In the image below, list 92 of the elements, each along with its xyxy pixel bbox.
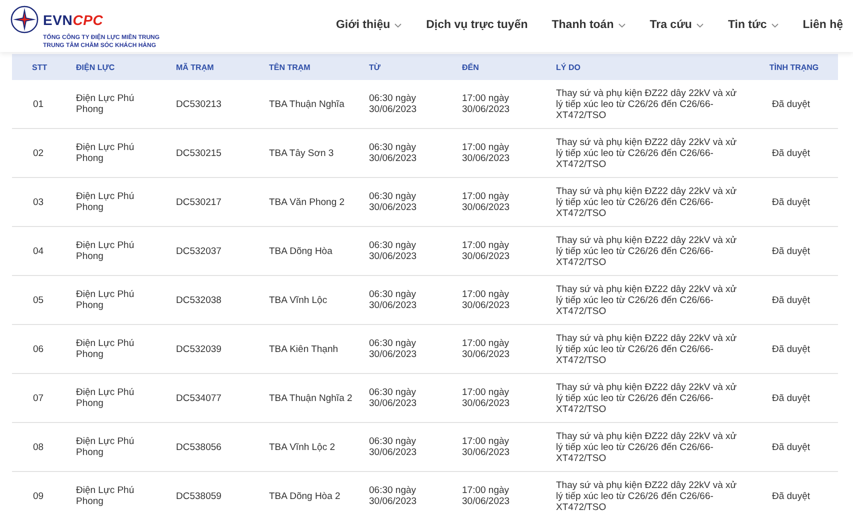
status-cell-text: Đã duyệt bbox=[770, 490, 812, 502]
start-time-cell-text: 06:30 ngày 30/06/2023 bbox=[369, 289, 418, 311]
nav-item[interactable]: Tin tức bbox=[716, 19, 791, 31]
status-cell-text: Đã duyệt bbox=[770, 98, 812, 110]
reason-cell-text: Thay sứ và phụ kiện ĐZ22 dây 22kV và xử lý tiếp xúc leo từ C26/26 đến C26/66-XT472/TSO bbox=[556, 234, 738, 268]
power-company-cell-text: Điện Lực Phú Phong bbox=[76, 387, 136, 409]
station-name-cell-text: TBA Vĩnh Lộc 2 bbox=[269, 442, 336, 452]
status-cell-text: Đã duyệt bbox=[770, 148, 812, 158]
row-number-cell-text: 03 bbox=[32, 196, 45, 208]
end-time-cell-text: 17:00 ngày 30/06/2023 bbox=[462, 436, 511, 458]
row-number-cell-text: 05 bbox=[32, 294, 45, 306]
row-number-cell-text: 02 bbox=[32, 148, 45, 158]
station-name-cell-text: TBA Dõng Hòa 2 bbox=[269, 490, 342, 502]
reason-cell-text: Thay sứ và phụ kiện ĐZ22 dây 22kV và xử lý tiếp xúc leo từ C26/26 đến C26/66-XT472/TSO bbox=[556, 480, 738, 512]
station-name-cell-text: TBA Thuận Nghĩa bbox=[269, 98, 346, 110]
start-time-cell-text: 06:30 ngày 30/06/2023 bbox=[369, 436, 418, 458]
station-name-cell-text: TBA Kiên Thạnh bbox=[269, 344, 340, 354]
station-code-cell-text: DC532038 bbox=[176, 294, 222, 306]
end-time-cell-text: 17:00 ngày 30/06/2023 bbox=[462, 142, 511, 164]
power-company-cell-text: Điện Lực Phú Phong bbox=[76, 436, 136, 458]
logo-icon bbox=[10, 5, 39, 34]
column-header: STT bbox=[31, 62, 48, 72]
station-code-cell-text: DC532039 bbox=[176, 344, 222, 354]
end-time-cell-text: 17:00 ngày 30/06/2023 bbox=[462, 289, 511, 311]
reason-cell-text: Thay sứ và phụ kiện ĐZ22 dây 22kV và xử lý tiếp xúc leo từ C26/26 đến C26/66-XT472/TSO bbox=[556, 284, 738, 316]
row-number-cell-text: 04 bbox=[32, 246, 45, 256]
station-name-cell-text: TBA Văn Phong 2 bbox=[269, 196, 346, 208]
row-number-cell-text: 07 bbox=[32, 392, 45, 404]
station-name-cell-text: TBA Dõng Hòa bbox=[269, 246, 334, 256]
chevron-down-icon bbox=[394, 22, 402, 28]
station-code-cell-text: DC532037 bbox=[176, 246, 222, 256]
column-header: ĐẾN bbox=[462, 62, 480, 72]
status-cell-text: Đã duyệt bbox=[770, 196, 812, 208]
column-header: TÊN TRẠM bbox=[269, 62, 312, 72]
status-cell-text: Đã duyệt bbox=[770, 392, 812, 404]
chevron-down-icon bbox=[618, 22, 626, 28]
status-cell-text: Đã duyệt bbox=[770, 344, 812, 354]
reason-cell-text: Thay sứ và phụ kiện ĐZ22 dây 22kV và xử lý tiếp xúc leo từ C26/26 đến C26/66-XT472/TSO bbox=[556, 430, 738, 464]
start-time-cell-text: 06:30 ngày 30/06/2023 bbox=[369, 191, 418, 213]
start-time-cell-text: 06:30 ngày 30/06/2023 bbox=[369, 485, 418, 507]
start-time-cell-text: 06:30 ngày 30/06/2023 bbox=[369, 93, 418, 115]
station-code-cell-text: DC530213 bbox=[176, 98, 222, 110]
column-header: ĐIỆN LỰC bbox=[76, 62, 116, 72]
power-company-cell-text: Điện Lực Phú Phong bbox=[76, 338, 136, 360]
status-cell-text: Đã duyệt bbox=[770, 294, 812, 306]
reason-cell-text: Thay sứ và phụ kiện ĐZ22 dây 22kV và xử lý tiếp xúc leo từ C26/26 đến C26/66-XT472/TSO bbox=[556, 88, 738, 120]
reason-cell-text: Thay sứ và phụ kiện ĐZ22 dây 22kV và xử lý tiếp xúc leo từ C26/26 đến C26/66-XT472/TSO bbox=[556, 186, 738, 218]
end-time-cell-text: 17:00 ngày 30/06/2023 bbox=[462, 191, 511, 213]
status-cell-text: Đã duyệt bbox=[770, 246, 812, 256]
station-code-cell-text: DC538059 bbox=[176, 490, 222, 502]
station-code-cell-text: DC534077 bbox=[176, 392, 222, 404]
end-time-cell-text: 17:00 ngày 30/06/2023 bbox=[462, 485, 511, 507]
end-time-cell-text: 17:00 ngày 30/06/2023 bbox=[462, 240, 511, 262]
row-number-cell-text: 06 bbox=[32, 344, 45, 354]
row-number-cell-text: 01 bbox=[32, 98, 45, 110]
station-code-cell-text: DC538056 bbox=[176, 442, 222, 452]
column-header: TỪ bbox=[369, 62, 382, 72]
station-code-cell-text: DC530217 bbox=[176, 196, 222, 208]
column-header: LÝ DO bbox=[556, 62, 582, 72]
power-company-cell-text: Điện Lực Phú Phong bbox=[76, 191, 136, 213]
nav-item[interactable]: Liên hệ bbox=[790, 19, 843, 31]
power-company-cell-text: Điện Lực Phú Phong bbox=[76, 485, 136, 507]
power-company-cell-text: Điện Lực Phú Phong bbox=[76, 142, 136, 164]
start-time-cell-text: 06:30 ngày 30/06/2023 bbox=[369, 142, 418, 164]
row-number-cell-text: 08 bbox=[32, 442, 45, 452]
reason-cell-text: Thay sứ và phụ kiện ĐZ22 dây 22kV và xử lý tiếp xúc leo từ C26/26 đến C26/66-XT472/TSO bbox=[556, 332, 738, 366]
end-time-cell-text: 17:00 ngày 30/06/2023 bbox=[462, 338, 511, 360]
start-time-cell-text: 06:30 ngày 30/06/2023 bbox=[369, 338, 418, 360]
nav-item[interactable]: Tra cứu bbox=[638, 19, 716, 31]
station-name-cell-text: TBA Vĩnh Lộc bbox=[269, 294, 328, 306]
station-name-cell-text: TBA Tây Sơn 3 bbox=[269, 148, 335, 158]
chevron-down-icon bbox=[770, 22, 779, 28]
column-header: MÃ TRẠM bbox=[176, 62, 215, 72]
end-time-cell-text: 17:00 ngày 30/06/2023 bbox=[462, 387, 511, 409]
column-header: TÌNH TRẠNG bbox=[768, 62, 820, 72]
chevron-down-icon bbox=[696, 22, 704, 28]
nav-item[interactable]: Thanh toán bbox=[540, 19, 638, 31]
brand-name: EVNCPC bbox=[43, 12, 104, 28]
nav-item[interactable]: Dịch vụ trực tuyến bbox=[414, 19, 540, 31]
row-number-cell-text: 09 bbox=[32, 490, 45, 502]
station-name-cell-text: TBA Thuận Nghĩa 2 bbox=[269, 392, 354, 404]
status-cell-text: Đã duyệt bbox=[770, 442, 812, 452]
power-company-cell-text: Điện Lực Phú Phong bbox=[76, 93, 136, 115]
station-code-cell-text: DC530215 bbox=[176, 148, 222, 158]
nav-item[interactable]: Giới thiệu bbox=[324, 19, 414, 31]
power-company-cell-text: Điện Lực Phú Phong bbox=[76, 240, 136, 262]
start-time-cell-text: 06:30 ngày 30/06/2023 bbox=[369, 240, 418, 262]
start-time-cell-text: 06:30 ngày 30/06/2023 bbox=[369, 387, 418, 409]
power-company-cell-text: Điện Lực Phú Phong bbox=[76, 289, 136, 311]
reason-cell-text: Thay sứ và phụ kiện ĐZ22 dây 22kV và xử lý tiếp xúc leo từ C26/26 đến C26/66-XT472/TSO bbox=[556, 382, 738, 414]
reason-cell-text: Thay sứ và phụ kiện ĐZ22 dây 22kV và xử lý tiếp xúc leo từ C26/26 đến C26/66-XT472/TSO bbox=[556, 136, 738, 170]
end-time-cell-text: 17:00 ngày 30/06/2023 bbox=[462, 93, 511, 115]
